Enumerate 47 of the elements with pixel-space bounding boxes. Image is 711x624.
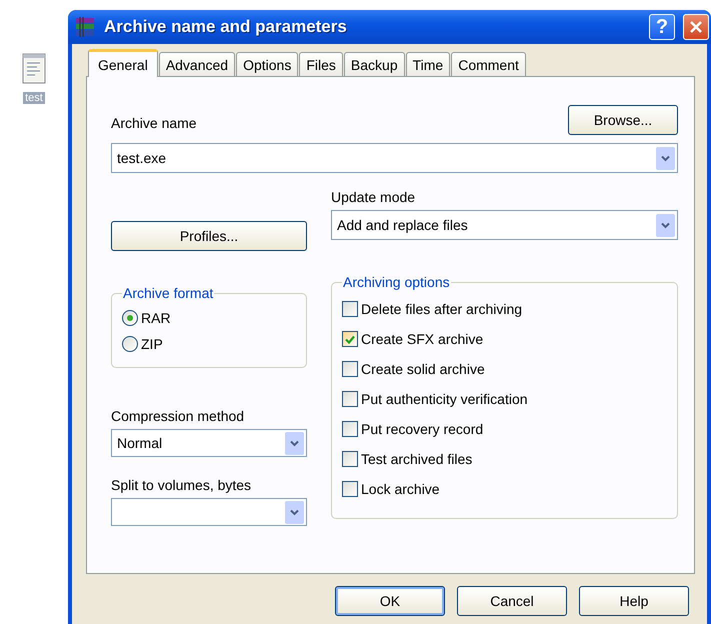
archive-name-field[interactable]: test.exe: [111, 143, 678, 173]
checkbox[interactable]: [342, 391, 358, 407]
tab[interactable]: Backup: [344, 52, 405, 76]
dialog-button[interactable]: OK: [335, 586, 445, 616]
checkbox[interactable]: [342, 301, 358, 317]
radio-dot-icon: [127, 315, 133, 321]
field-label: Compression method: [111, 408, 246, 424]
profiles-button[interactable]: Profiles...: [111, 221, 307, 251]
checkbox-label[interactable]: Test archived files: [361, 451, 472, 467]
tab[interactable]: General: [88, 49, 158, 77]
archive-books-icon: [74, 16, 96, 38]
checkbox[interactable]: [342, 361, 358, 377]
checkbox-label[interactable]: Put authenticity verification: [361, 391, 528, 407]
compression-dropdown[interactable]: Normal: [111, 429, 307, 457]
dialog-button[interactable]: Cancel: [457, 586, 567, 616]
checkbox-label[interactable]: Create solid archive: [361, 361, 485, 377]
checkbox-label[interactable]: Lock archive: [361, 481, 440, 497]
checkbox[interactable]: [342, 421, 358, 437]
update-mode-dropdown[interactable]: Add and replace files: [331, 210, 678, 240]
tab[interactable]: Time: [406, 52, 450, 76]
radio-button[interactable]: [122, 336, 138, 352]
checkbox[interactable]: [342, 451, 358, 467]
browse-button[interactable]: Browse...: [568, 105, 678, 135]
group-title: Archive format: [122, 285, 214, 301]
radio-button[interactable]: [122, 310, 138, 326]
close-icon[interactable]: [683, 14, 709, 40]
field-label: Archive name: [111, 115, 197, 131]
checkbox[interactable]: [342, 481, 358, 497]
window-title: Archive name and parameters: [104, 17, 348, 37]
radio-label[interactable]: RAR: [141, 310, 171, 326]
tab[interactable]: Comment: [451, 52, 526, 76]
notepad-file-icon[interactable]: [22, 52, 46, 84]
field-label: Split to volumes, bytes: [111, 477, 252, 493]
checkmark-icon: [345, 334, 355, 344]
radio-label[interactable]: ZIP: [141, 336, 163, 352]
split-volumes-dropdown[interactable]: [111, 498, 307, 526]
tab[interactable]: Advanced: [158, 52, 236, 76]
group-title: Archiving options: [342, 274, 451, 290]
help-button[interactable]: ?: [649, 14, 675, 40]
tab[interactable]: Options: [236, 52, 298, 76]
field-label: Update mode: [331, 189, 416, 205]
checkbox-label[interactable]: Create SFX archive: [361, 331, 484, 347]
checkbox[interactable]: [342, 331, 358, 347]
checkbox-label[interactable]: Put recovery record: [361, 421, 484, 437]
tab[interactable]: Files: [299, 52, 343, 76]
dialog-button[interactable]: Help: [579, 586, 689, 616]
checkbox-label[interactable]: Delete files after archiving: [361, 301, 522, 317]
